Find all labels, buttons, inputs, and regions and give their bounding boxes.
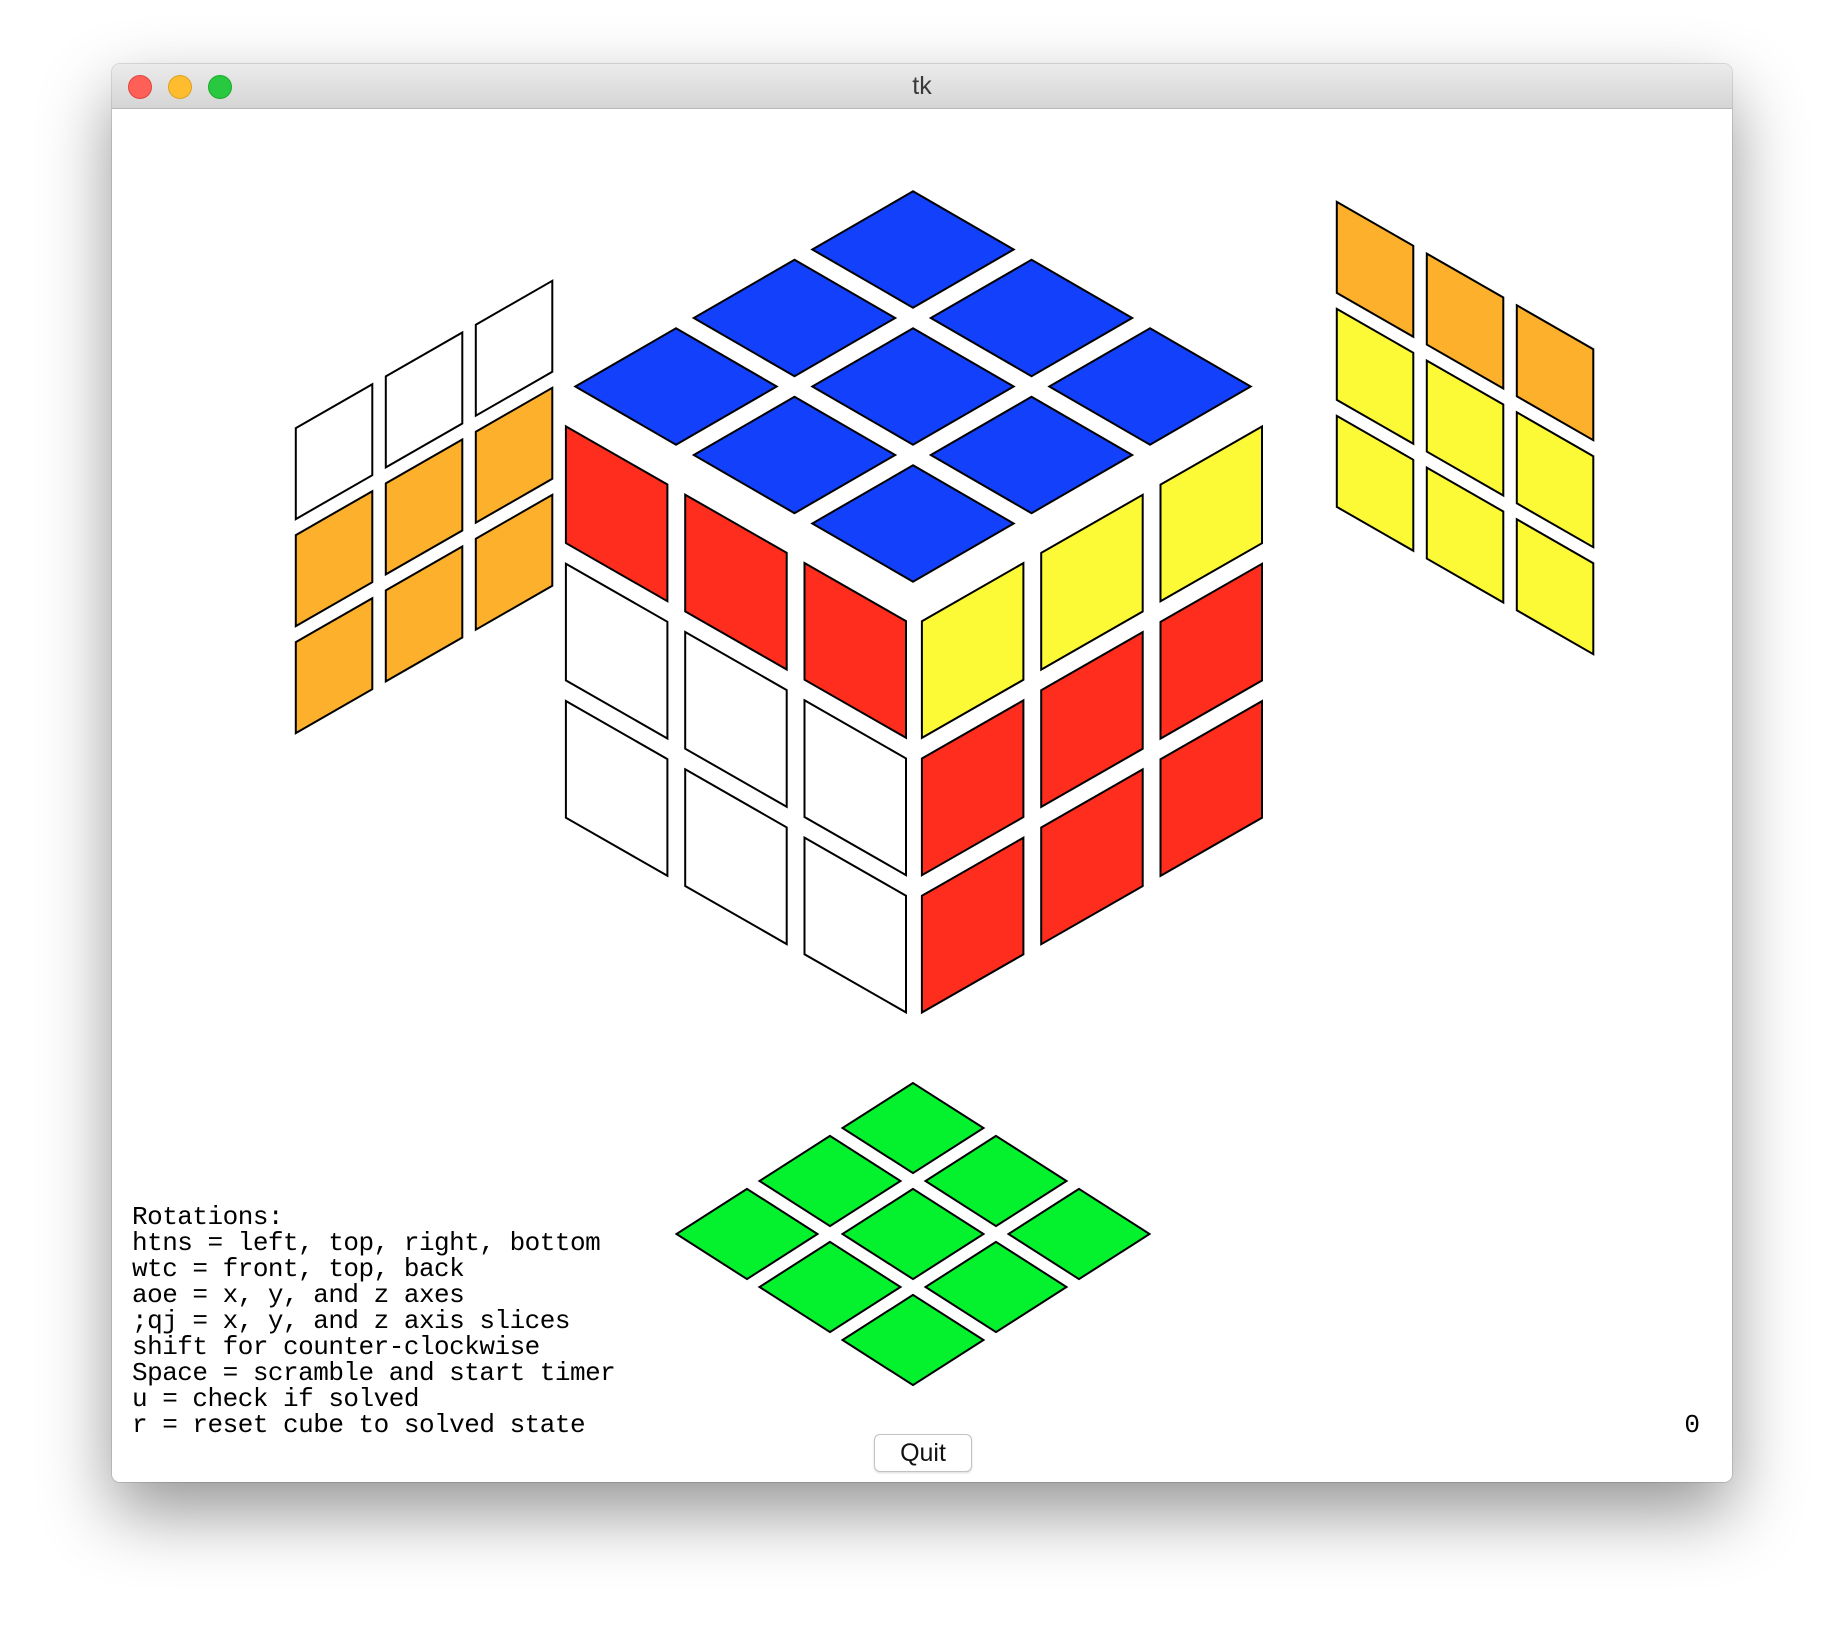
instruction-line-7: Space = scramble and start timer [132,1358,616,1388]
bottom-panel-face [674,1081,1152,1387]
instruction-line-1: Rotations: [132,1202,284,1232]
app-window: tk Rotations: htns = left, top, right, b… [112,64,1732,1482]
title-bar: tk [112,64,1732,109]
cube-canvas[interactable]: Rotations: htns = left, top, right, bott… [112,109,1732,1482]
right-panel-face [1335,200,1595,656]
left-panel-face [294,279,554,735]
instruction-line-4: aoe = x, y, and z axes [132,1280,465,1310]
instructions-text: Rotations: htns = left, top, right, bott… [132,1202,616,1440]
instruction-line-9: r = reset cube to solved state [132,1410,586,1440]
timer-display: 0 [1684,1410,1700,1440]
instruction-line-6: shift for counter-clockwise [132,1332,540,1362]
instruction-line-8: u = check if solved [132,1384,419,1414]
instruction-line-3: wtc = front, top, back [132,1254,465,1284]
window-title: tk [912,72,932,100]
quit-button[interactable]: Quit [874,1434,972,1472]
instruction-line-5: ;qj = x, y, and z axis slices [132,1306,570,1336]
instruction-line-2: htns = left, top, right, bottom [132,1228,601,1258]
cube-top-face [573,190,1253,583]
